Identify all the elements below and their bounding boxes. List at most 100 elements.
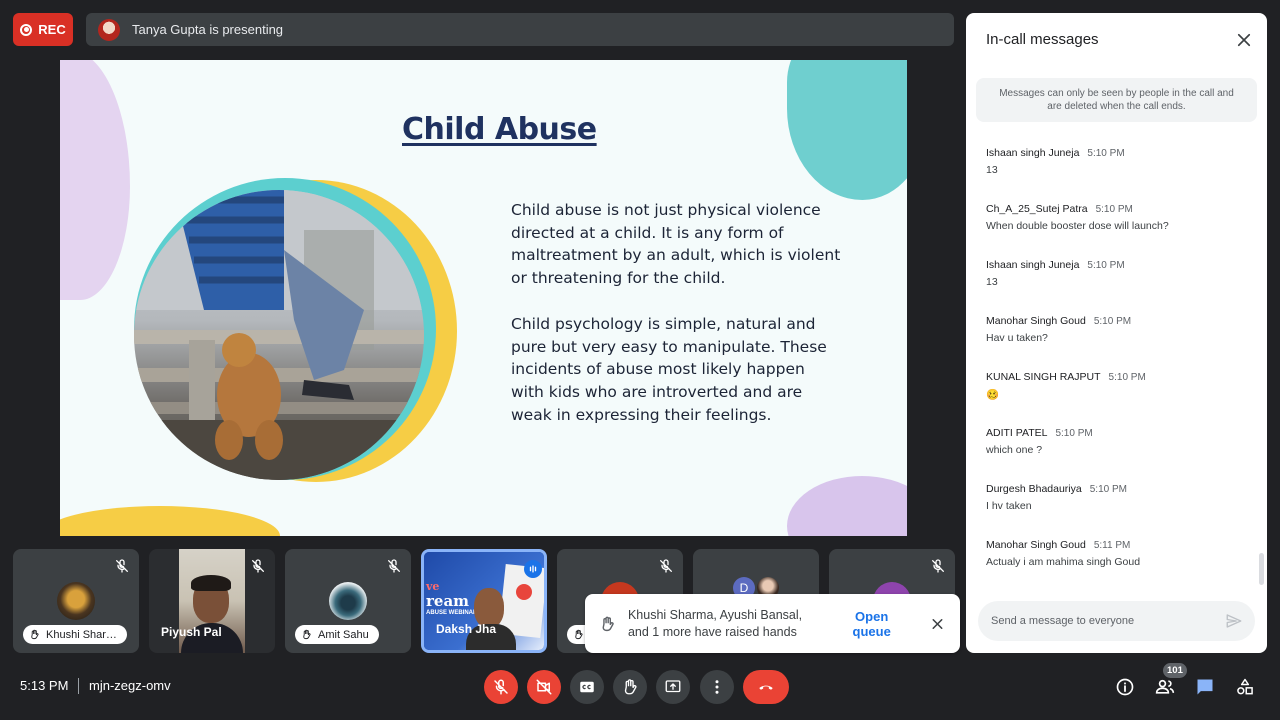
- chat-icon: [1197, 679, 1213, 695]
- message-time: 5:10 PM: [1087, 260, 1125, 271]
- slide-paragraph: Child abuse is not just physical violenc…: [511, 201, 841, 288]
- open-queue-button[interactable]: Open queue: [836, 609, 907, 639]
- message-time: 5:11 PM: [1093, 540, 1131, 551]
- slide-title: Child Abuse: [402, 112, 597, 147]
- presentation-slide: Child Abuse Child abuse is not just phys…: [60, 60, 907, 536]
- chat-message: Manohar Singh Goud 5:10 PM Hav u taken?: [986, 315, 1251, 371]
- raised-hands-text: Khushi Sharma, Ayushi Bansal, and 1 more…: [627, 607, 803, 639]
- message-text: which one ?: [986, 444, 1043, 456]
- chat-message: Ishaan singh Juneja 5:10 PM 13: [986, 259, 1251, 315]
- mic-off-icon: [252, 559, 264, 573]
- message-time: 5:10 PM: [1108, 372, 1146, 383]
- current-time: 5:13 PM: [20, 678, 69, 693]
- participants-count-badge: 101: [1163, 663, 1187, 678]
- participant-name: Piyush Pal: [161, 625, 222, 639]
- message-time: 5:10 PM: [1095, 204, 1133, 215]
- chat-message: Ch_A_25_Sutej Patra 5:10 PM When double b…: [986, 203, 1251, 259]
- message-time: 5:10 PM: [1055, 428, 1093, 439]
- message-sender: Manohar Singh Goud: [986, 315, 1086, 327]
- participant-avatar: [329, 582, 367, 620]
- decorative-blob: [787, 60, 907, 200]
- send-icon[interactable]: [1225, 612, 1243, 630]
- participant-tile-active-speaker[interactable]: ve ream ABUSE WEBINAR Daksh Jha: [421, 549, 547, 653]
- close-icon[interactable]: [929, 615, 946, 633]
- raised-hand-icon: [31, 629, 39, 640]
- message-time: 5:10 PM: [1093, 316, 1132, 327]
- poster-text: ABUSE WEBINAR: [426, 610, 478, 616]
- child-on-bench-photo: [134, 190, 424, 480]
- present-screen-icon: [665, 680, 681, 693]
- decorative-blob: [60, 60, 130, 300]
- message-sender: Ch_A_25_Sutej Patra: [986, 203, 1088, 215]
- chat-button[interactable]: [1194, 676, 1216, 698]
- message-sender: Ishaan singh Juneja: [986, 259, 1080, 271]
- mic-off-icon: [116, 559, 128, 573]
- mic-off-icon: [388, 559, 400, 573]
- camera-off-icon: [536, 679, 552, 695]
- participant-name-pill: Khushi Shar…: [23, 625, 127, 644]
- participant-tile[interactable]: Khushi Shar…: [13, 549, 139, 653]
- more-options-button[interactable]: [700, 670, 734, 704]
- participant-avatar: [57, 582, 95, 620]
- chat-message: Ishaan singh Juneja 5:10 PM 13: [986, 147, 1251, 203]
- decorative-blob: [787, 476, 907, 536]
- message-sender: Manohar Singh Goud: [986, 539, 1086, 551]
- chat-message: ADITI PATEL 5:10 PM which one ?: [986, 427, 1251, 483]
- meeting-code[interactable]: mjn-zegz-omv: [89, 678, 171, 693]
- people-icon: [1155, 679, 1175, 694]
- recording-badge[interactable]: REC: [13, 13, 73, 46]
- mic-off-icon: [932, 559, 944, 573]
- message-text: 13: [986, 276, 998, 288]
- raised-hand-icon: [303, 629, 311, 640]
- mic-off-icon: [494, 679, 508, 695]
- closed-captions-icon: [580, 681, 594, 693]
- message-text: 🥴: [986, 389, 1000, 401]
- message-time: 5:10 PM: [1087, 148, 1125, 159]
- chat-message-input[interactable]: [978, 601, 1255, 641]
- divider: [78, 678, 79, 694]
- poster-text: ream: [426, 592, 470, 610]
- participants-button[interactable]: [1154, 676, 1176, 698]
- chat-scrollbar[interactable]: [1259, 553, 1264, 585]
- chat-message: Manohar Singh Goud 5:11 PM Actualy i am m…: [986, 539, 1251, 595]
- message-sender: Ishaan singh Juneja: [986, 147, 1080, 159]
- present-screen-button[interactable]: [656, 670, 690, 704]
- speaking-indicator-icon: [524, 560, 542, 578]
- captions-button[interactable]: [570, 670, 604, 704]
- participant-tile[interactable]: Amit Sahu: [285, 549, 411, 653]
- participant-name: Daksh Jha: [436, 622, 497, 636]
- mic-off-icon: [660, 559, 672, 573]
- message-text: Hav u taken?: [986, 332, 1048, 344]
- microphone-toggle-button[interactable]: [484, 670, 518, 704]
- close-icon[interactable]: [1235, 31, 1253, 49]
- info-icon: [1116, 678, 1134, 696]
- slide-paragraph: Child psychology is simple, natural and …: [511, 315, 827, 424]
- record-icon: [20, 23, 33, 36]
- message-list: Ishaan singh Juneja 5:10 PM 13 Ch_A_25_Su…: [986, 147, 1251, 595]
- camera-toggle-button[interactable]: [527, 670, 561, 704]
- raised-hands-notification: Khushi Sharma, Ayushi Bansal, and 1 more…: [585, 594, 960, 653]
- raise-hand-button[interactable]: [613, 670, 647, 704]
- raised-hand-icon: [624, 679, 637, 695]
- in-call-messages-panel: In-call messages Messages can only be se…: [966, 13, 1267, 653]
- participant-name-pill: Amit Sahu: [295, 625, 379, 644]
- leave-call-button[interactable]: [743, 670, 789, 704]
- message-text: I hv taken: [986, 500, 1032, 512]
- participant-tile[interactable]: Piyush Pal: [149, 549, 275, 653]
- rec-label: REC: [38, 22, 66, 37]
- message-sender: ADITI PATEL: [986, 427, 1048, 439]
- decorative-blob: [60, 506, 280, 536]
- message-sender: Durgesh Bhadauriya: [986, 483, 1082, 495]
- activities-button[interactable]: [1234, 676, 1256, 698]
- raised-hand-icon: [575, 629, 583, 640]
- participant-name: Amit Sahu: [318, 628, 369, 641]
- more-vertical-icon: [715, 680, 719, 694]
- meeting-details-button[interactable]: [1114, 676, 1136, 698]
- message-text: Actualy i am mahima singh Goud: [986, 556, 1141, 568]
- hang-up-icon: [759, 685, 773, 690]
- presenting-text: Tanya Gupta is presenting: [132, 22, 284, 37]
- chat-notice: Messages can only be seen by people in t…: [976, 78, 1257, 122]
- message-time: 5:10 PM: [1089, 484, 1127, 495]
- message-sender: KUNAL SINGH RAJPUT: [986, 371, 1101, 383]
- message-text: 13: [986, 164, 998, 176]
